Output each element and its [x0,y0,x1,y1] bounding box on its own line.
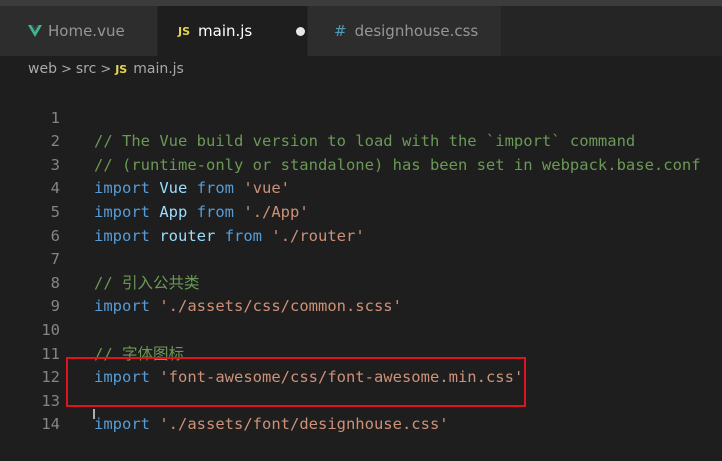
editor-tab-bar: Home.vue JS main.js # designhouse.css [0,6,722,56]
vue-icon [28,24,42,37]
js-icon: JS [115,62,128,76]
code-line: 7 // 引入公共类 [0,225,722,292]
code-line: 4 import App from './App' [0,154,722,221]
code-line: 3 import Vue from 'vue' [0,130,722,198]
code-line: 10 // 字体图标 [0,295,722,363]
css-hash-icon: # [334,22,347,40]
code-line: 5 import router from './router' [0,177,722,245]
breadcrumb-item-src[interactable]: src [76,61,96,77]
code-line: 9 [0,272,722,315]
line-number: 14 [41,415,60,434]
tab-label: Home.vue [48,22,125,40]
chevron-right-icon: > [60,61,72,77]
breadcrumb-item-web[interactable]: web [28,61,57,77]
code-line: 11 import 'font-awesome/css/font-awesome… [0,319,722,387]
tab-home-vue[interactable]: Home.vue [0,6,158,56]
breadcrumb: web > src > JS main.js [0,56,722,82]
js-icon: JS [178,24,191,38]
unsaved-dot-icon[interactable] [296,26,306,36]
string-literal: './assets/font/designhouse.css' [159,415,449,434]
tab-label: main.js [198,22,253,40]
text-cursor [93,409,95,419]
keyword: import [94,415,150,434]
chevron-right-icon: > [100,61,112,77]
tab-label: designhouse.css [354,22,479,40]
red-highlight-box [66,357,526,407]
code-line: 2 // (runtime-only or standalone) has be… [0,107,722,174]
breadcrumb-item-file[interactable]: main.js [133,61,184,77]
code-line: 1 // The Vue build version to load with … [0,83,722,151]
code-line: 6 [0,201,722,245]
tab-main-js[interactable]: JS main.js [158,6,308,56]
code-line: 8 import './assets/css/common.scss' [0,248,722,316]
tab-designhouse-css[interactable]: # designhouse.css [308,6,502,56]
